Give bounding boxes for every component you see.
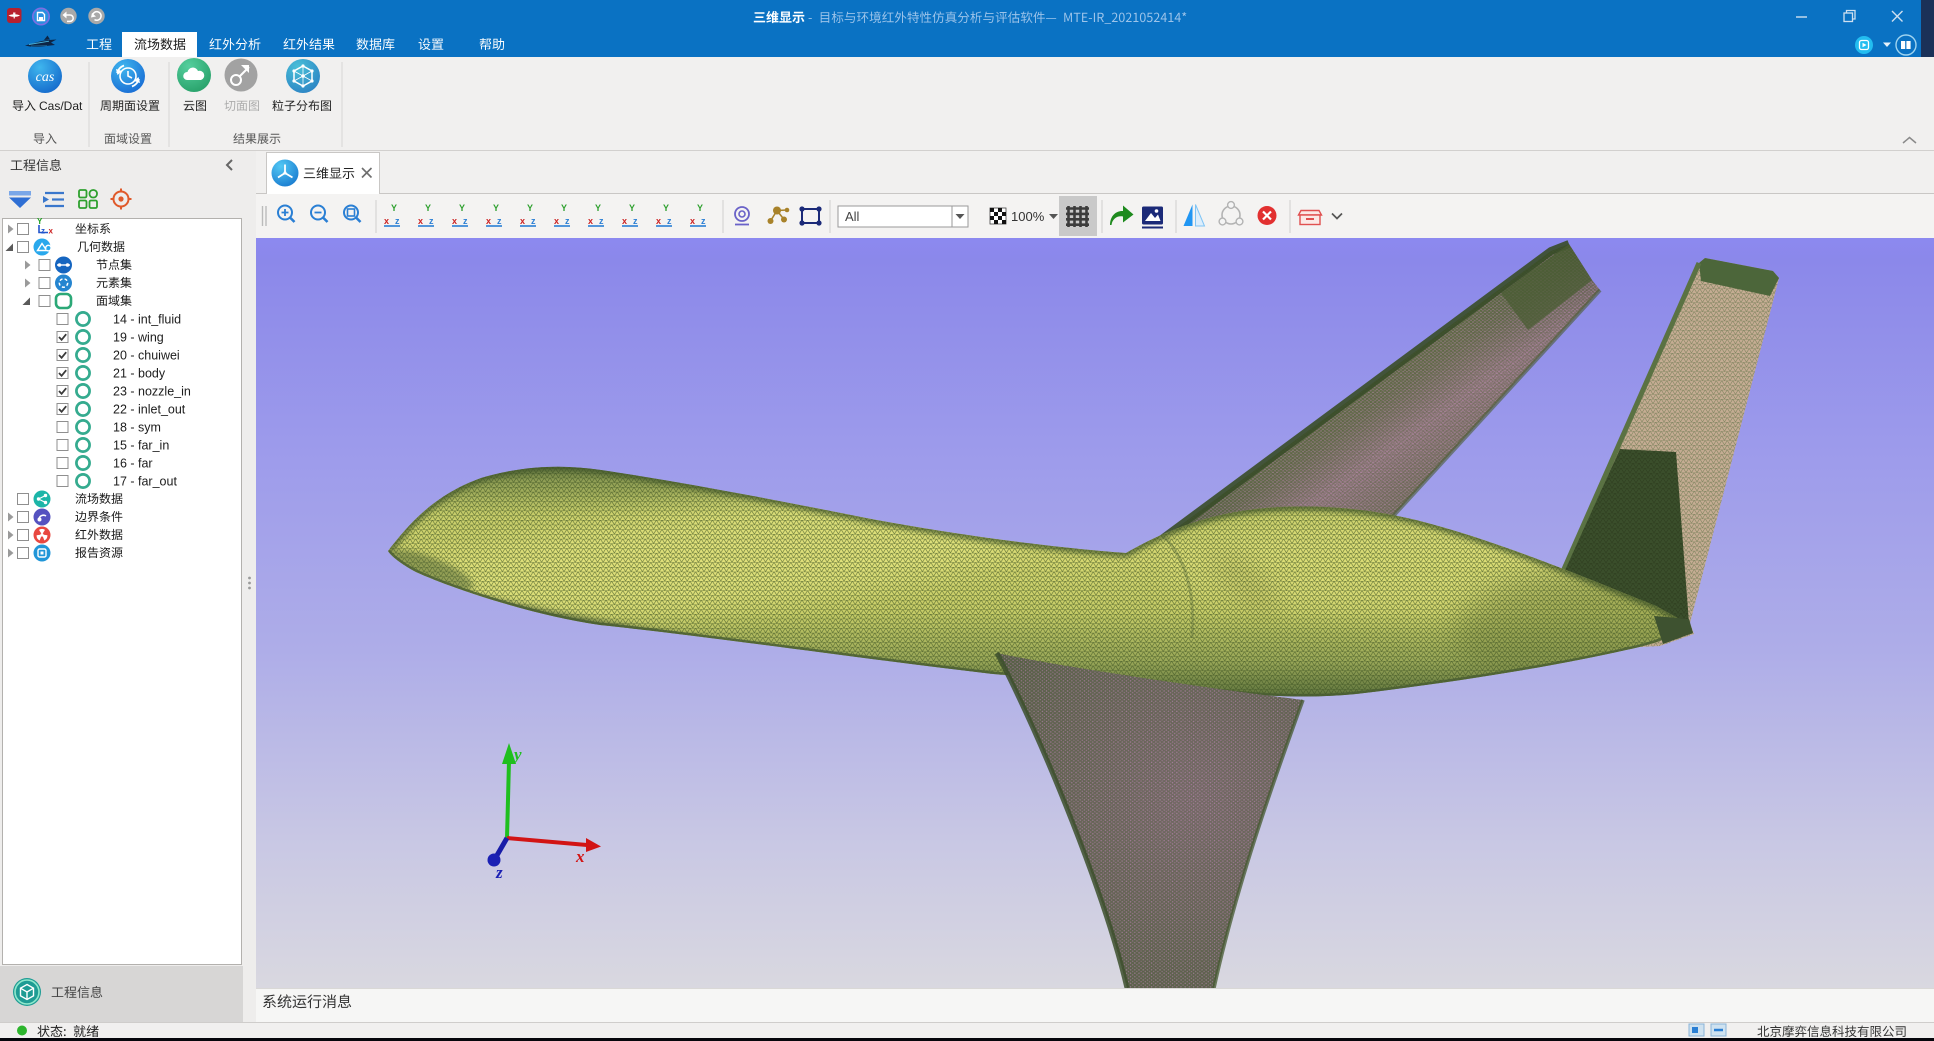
svg-text:Y: Y [493, 203, 499, 213]
svg-text:Y: Y [391, 203, 397, 213]
svg-text:z: z [429, 216, 434, 226]
svg-text:100%: 100% [1011, 209, 1045, 224]
svg-text:Y: Y [459, 203, 465, 213]
svg-text:x: x [49, 227, 54, 236]
svg-text:cas: cas [36, 70, 55, 85]
svg-text:z: z [395, 216, 400, 226]
svg-text:17 - far_out: 17 - far_out [113, 475, 177, 489]
svg-text:Y: Y [663, 203, 669, 213]
svg-text:z: z [633, 216, 638, 226]
svg-text:22 - inlet_out: 22 - inlet_out [113, 403, 186, 417]
svg-text:x: x [622, 216, 627, 226]
svg-text:20 - chuiwei: 20 - chuiwei [113, 349, 180, 363]
svg-text:Y: Y [697, 203, 703, 213]
svg-text:z: z [497, 216, 502, 226]
svg-text:14 - int_fluid: 14 - int_fluid [113, 313, 181, 327]
svg-text:Y: Y [527, 203, 533, 213]
svg-text:18 - sym: 18 - sym [113, 421, 161, 435]
svg-text:x: x [656, 216, 661, 226]
svg-text:23 - nozzle_in: 23 - nozzle_in [113, 385, 191, 399]
svg-text:x: x [486, 216, 491, 226]
svg-text:Y: Y [629, 203, 635, 213]
svg-text:15 - far_in: 15 - far_in [113, 439, 169, 453]
svg-text:19 - wing: 19 - wing [113, 331, 164, 345]
svg-text:16 - far: 16 - far [113, 457, 153, 471]
svg-text:All: All [845, 209, 860, 224]
svg-text:z: z [701, 216, 706, 226]
svg-text:Cas/Dat: Cas/Dat [39, 99, 83, 113]
svg-text:Y: Y [595, 203, 601, 213]
svg-text:z: z [41, 227, 45, 236]
svg-text:x: x [554, 216, 559, 226]
svg-text:z: z [531, 216, 536, 226]
svg-text:x: x [588, 216, 593, 226]
svg-text:Y: Y [37, 217, 43, 226]
svg-text:x: x [690, 216, 695, 226]
svg-text:Y: Y [425, 203, 431, 213]
svg-text:z: z [463, 216, 468, 226]
svg-text:x: x [384, 216, 389, 226]
svg-text:x: x [520, 216, 525, 226]
svg-text:Y: Y [561, 203, 567, 213]
svg-text:z: z [565, 216, 570, 226]
svg-text:x: x [452, 216, 457, 226]
svg-text:z: z [667, 216, 672, 226]
svg-text:z: z [599, 216, 604, 226]
svg-text:x: x [418, 216, 423, 226]
svg-text:21 - body: 21 - body [113, 367, 166, 381]
